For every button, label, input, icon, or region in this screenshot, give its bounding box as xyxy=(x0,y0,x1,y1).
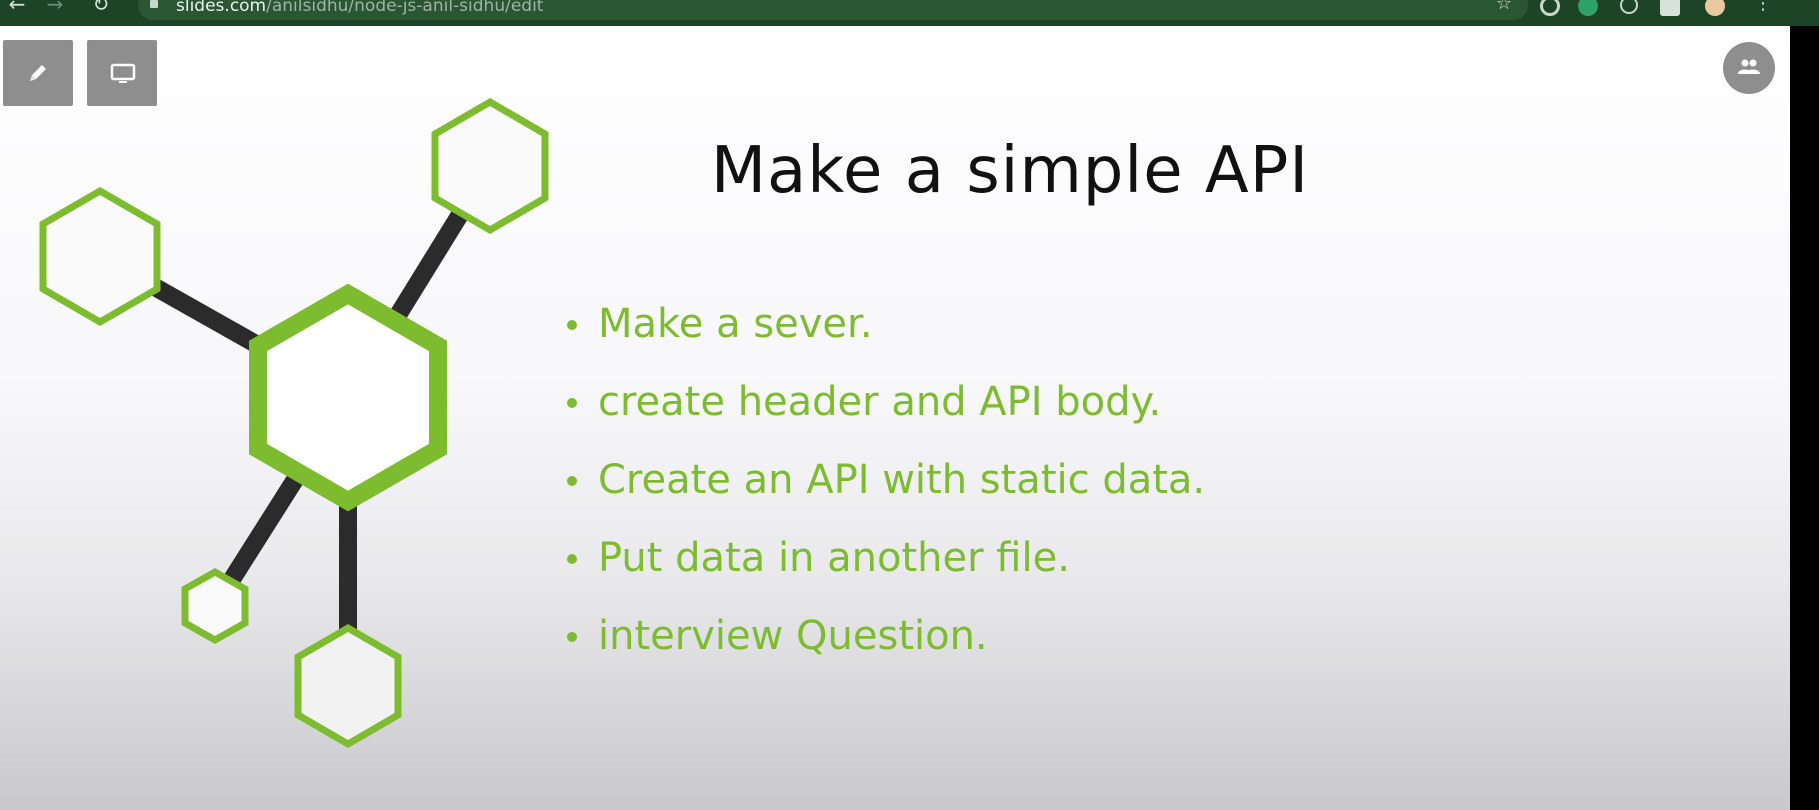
bullet-dot xyxy=(567,320,577,330)
url-text: slides.com/anilsidhu/node-js-anil-sidhu/… xyxy=(176,0,543,16)
extension-icon[interactable] xyxy=(1540,0,1560,16)
hexagon-bottom xyxy=(294,623,402,749)
back-icon[interactable]: ← xyxy=(6,0,28,16)
bullet-text: Create an API with static data. xyxy=(598,457,1206,503)
bullet-list: Make a sever. create header and API body… xyxy=(562,296,1205,686)
browser-toolbar: ← → ↻ slides.com/anilsidhu/node-js-anil-… xyxy=(0,0,1819,26)
bullet-text: Put data in another file. xyxy=(598,535,1070,581)
lock-icon xyxy=(150,0,158,8)
more-vertical-icon[interactable]: ⋮ xyxy=(1752,0,1774,16)
url-host: slides.com xyxy=(176,0,267,16)
bullet-dot xyxy=(567,398,577,408)
hexagon-small xyxy=(181,567,249,645)
puzzle-icon[interactable] xyxy=(1660,0,1680,16)
people-icon xyxy=(1738,59,1760,74)
collaborators-button[interactable] xyxy=(1723,42,1775,94)
slide-canvas: Make a simple API Make a sever. create h… xyxy=(0,26,1790,810)
bullet-text: Make a sever. xyxy=(598,301,873,347)
hexagon-left xyxy=(39,186,161,327)
url-path: /anilsidhu/node-js-anil-sidhu/edit xyxy=(266,0,544,16)
screen: ← → ↻ slides.com/anilsidhu/node-js-anil-… xyxy=(0,0,1819,810)
star-icon[interactable]: ☆ xyxy=(1496,0,1512,14)
hexagon-network-graphic xyxy=(39,97,549,749)
forward-icon[interactable]: → xyxy=(44,0,66,16)
list-item: Put data in another file. xyxy=(562,530,1205,608)
bullet-dot xyxy=(567,476,577,486)
grammarly-icon[interactable] xyxy=(1578,0,1598,16)
reload-icon[interactable]: ↻ xyxy=(90,0,112,16)
bullet-text: interview Question. xyxy=(598,613,988,659)
bullet-dot xyxy=(567,632,577,642)
hexagon-top-right xyxy=(431,97,549,235)
list-item: interview Question. xyxy=(562,608,1205,686)
address-bar[interactable]: slides.com/anilsidhu/node-js-anil-sidhu/… xyxy=(138,0,1528,20)
list-item: Create an API with static data. xyxy=(562,452,1205,530)
bullet-text: create header and API body. xyxy=(598,379,1162,425)
react-devtools-icon[interactable] xyxy=(1620,0,1638,14)
hexagon-center xyxy=(249,283,447,512)
list-item: Make a sever. xyxy=(562,296,1205,374)
avatar[interactable] xyxy=(1705,0,1725,16)
list-item: create header and API body. xyxy=(562,374,1205,452)
bullet-dot xyxy=(567,554,577,564)
letterbox-edge xyxy=(1790,26,1819,810)
slide-title: Make a simple API xyxy=(710,134,1310,208)
